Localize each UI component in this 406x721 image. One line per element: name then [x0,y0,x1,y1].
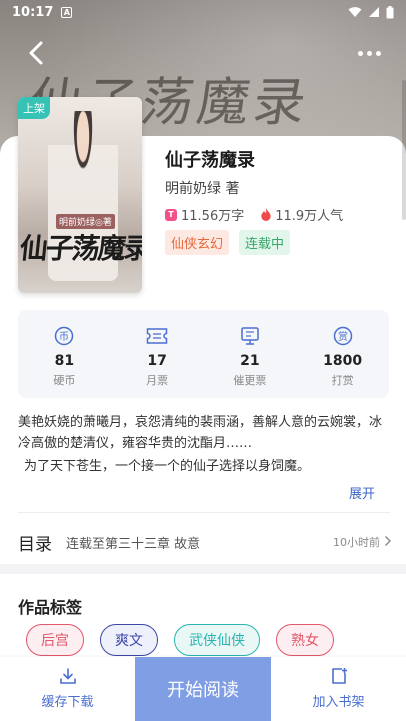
stat-monthly-ticket[interactable]: 17 月票 [111,310,204,398]
stat-reward[interactable]: 赏 1800 打赏 [296,310,389,398]
listed-badge: 上架 [18,97,50,119]
status-right [348,5,394,19]
back-button[interactable] [22,38,52,68]
toc-latest-chapter: 连载至第三十三章 故意 [66,536,201,552]
status-time: 10:17 [12,4,54,20]
synopsis: 美艳妖娆的萧曦月，哀怨清纯的裴雨涵，善解人意的云婉裳，冰冷高傲的楚清仪，雍容华贵… [18,412,390,479]
download-icon [59,668,76,684]
stat-value: 81 [54,353,75,369]
work-tags-heading: 作品标签 [18,598,83,617]
cover-title-text: 仙子荡魔录 [18,232,142,265]
stat-coins[interactable]: 币 81 硬币 [18,310,111,398]
download-button[interactable]: 缓存下载 [0,657,135,721]
work-tag[interactable]: 爽文 [100,624,158,656]
book-title: 仙子荡魔录 [165,150,255,171]
synopsis-line: 为了天下苍生，一个接一个的仙子选择以身饲魔。 [24,459,311,474]
more-options-button[interactable] [352,38,386,68]
word-count: T 11.56万字 [165,205,244,224]
status-bar: 10:17 A [0,0,406,24]
serial-status-tag: 连载中 [239,230,291,255]
toc-updated-time: 10小时前 [333,536,380,549]
toc-title: 目录 [18,534,52,555]
book-meta: T 11.56万字 11.9万人气 [165,205,359,224]
wifi-icon [348,7,362,17]
urge-update-icon [239,325,261,347]
battery-icon [386,5,394,18]
more-dot-icon [366,50,372,56]
work-tag[interactable]: 后宫 [26,624,84,656]
stat-value: 1800 [323,353,363,369]
add-to-shelf-icon [331,668,347,684]
genre-tag[interactable]: 仙侠玄幻 [165,230,230,255]
book-status-tags: 仙侠玄幻 连载中 [165,230,291,255]
section-gap [0,564,406,574]
nav-bar [0,30,406,74]
stats-panel: 币 81 硬币 17 月票 21 催更票 赏 1800 打赏 [18,310,389,398]
table-of-contents-row[interactable]: 目录 连载至第三十三章 故意 10小时前 [18,526,392,558]
popularity-value: 11.9万人气 [275,209,344,224]
start-reading-button[interactable]: 开始阅读 [135,657,271,721]
work-tag[interactable]: 熟女 [276,624,334,656]
stat-label: 催更票 [233,374,267,387]
stat-label: 打赏 [331,374,354,387]
expand-synopsis-button[interactable]: 展开 [349,483,375,502]
book-cover[interactable]: 明前奶绿◎著 仙子荡魔录 上架 [18,97,142,293]
stat-value: 21 [240,353,260,369]
fire-icon [261,208,271,221]
download-label: 缓存下载 [41,695,94,710]
notification-icon: A [61,6,73,18]
add-to-shelf-button[interactable]: 加入书架 [271,657,406,721]
stat-label: 月票 [146,374,169,387]
svg-text:赏: 赏 [338,331,348,343]
chevron-right-icon [384,535,392,550]
more-dot-icon [375,50,381,56]
work-tag[interactable]: 武侠仙侠 [174,624,260,656]
text-count-icon: T [165,208,177,221]
bottom-action-bar: 缓存下载 开始阅读 加入书架 [0,657,406,721]
signal-icon [369,7,379,17]
book-author[interactable]: 明前奶绿 著 [165,178,239,198]
stat-urge-update[interactable]: 21 催更票 [204,310,297,398]
back-arrow-icon [29,41,43,65]
divider [18,512,390,513]
coin-icon: 币 [53,325,75,347]
stat-label: 硬币 [53,374,76,387]
more-dot-icon [357,50,363,56]
scrollbar[interactable] [402,80,406,220]
stat-value: 17 [147,353,167,369]
work-tags-list: 后宫 爽文 武侠仙侠 熟女 [26,624,334,656]
reward-icon: 赏 [332,325,354,347]
synopsis-line: 美艳妖娆的萧曦月，哀怨清纯的裴雨涵，善解人意的云婉裳，冰冷高傲的楚清仪，雍容华贵… [18,415,383,451]
ticket-icon [146,325,168,347]
word-count-value: 11.56万字 [181,209,245,224]
svg-text:币: 币 [59,331,69,343]
popularity: 11.9万人气 [260,205,343,224]
add-to-shelf-label: 加入书架 [312,695,365,710]
